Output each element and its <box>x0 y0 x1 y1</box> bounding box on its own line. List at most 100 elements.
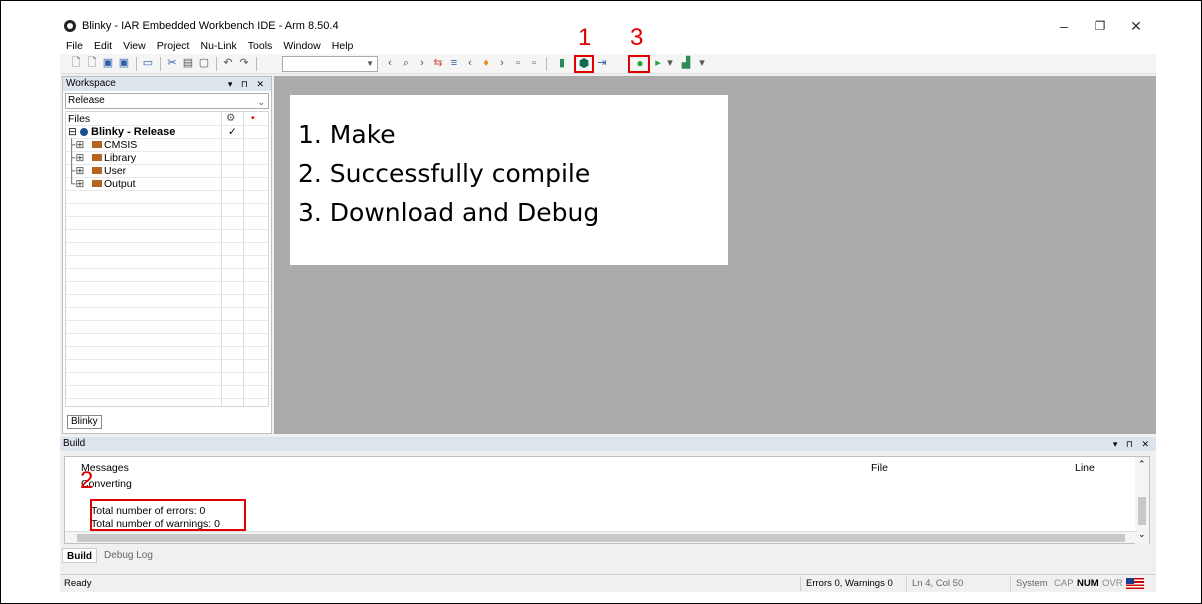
new-file-alt-icon[interactable]: 🗋 <box>86 57 98 70</box>
find-icon[interactable]: ⌕ <box>400 57 412 70</box>
line-column-header[interactable]: Line <box>1075 462 1095 474</box>
menu-edit[interactable]: Edit <box>90 38 116 54</box>
save-icon[interactable]: ▣ <box>102 57 114 70</box>
toggle-bookmark-icon[interactable]: ⇆ <box>432 57 444 70</box>
callout-step-make: 1. Make <box>298 120 396 149</box>
chevron-down-icon[interactable]: ▾ <box>696 57 708 70</box>
tree-item-user[interactable]: ├⊞ User <box>66 165 268 178</box>
check-icon: ✓ <box>228 126 237 138</box>
build-header: Build ▾ ⊓ ✕ <box>60 437 1156 451</box>
navigate-forward-icon[interactable]: › <box>416 57 428 70</box>
callout-step-compile: 2. Successfully compile <box>298 159 591 188</box>
folder-label: Output <box>104 178 136 190</box>
redo-icon[interactable]: ↷ <box>238 57 250 70</box>
toolbar-separator <box>136 57 137 71</box>
undo-icon[interactable]: ↶ <box>222 57 234 70</box>
status-bar: Ready Errors 0, Warnings 0 Ln 4, Col 50 … <box>60 574 1156 592</box>
empty-row <box>66 256 268 269</box>
horizontal-scrollbar[interactable] <box>65 531 1137 543</box>
tree-item-library[interactable]: ├⊞ Library <box>66 152 268 165</box>
debug-without-download-icon[interactable]: ▸ <box>652 57 664 70</box>
folder-label: Library <box>104 152 137 164</box>
previous-bookmark-icon[interactable]: ‹ <box>464 57 476 70</box>
compile-icon[interactable]: ▫ <box>512 57 524 70</box>
project-row[interactable]: ⊟ Blinky - Release ✓ <box>66 126 268 139</box>
configuration-select[interactable]: Release ⌄ <box>65 93 269 109</box>
language-flag-icon[interactable] <box>1126 578 1144 589</box>
cursor-position: Ln 4, Col 50 <box>912 578 964 589</box>
menu-project[interactable]: Project <box>153 38 194 54</box>
empty-row <box>66 243 268 256</box>
menu-nu-link[interactable]: Nu-Link <box>197 38 241 54</box>
menu-tools[interactable]: Tools <box>244 38 277 54</box>
bookmark-icon[interactable]: ♦ <box>480 57 492 70</box>
folder-label: CMSIS <box>104 139 138 151</box>
save-all-icon[interactable]: ▣ <box>118 57 130 70</box>
configuration-value: Release <box>68 95 105 106</box>
copy-icon[interactable]: ▤ <box>182 57 194 70</box>
menu-view[interactable]: View <box>119 38 150 54</box>
toolbar-separator <box>160 57 161 71</box>
minimize-button[interactable]: – <box>1046 16 1082 36</box>
cut-icon[interactable]: ✂ <box>166 57 178 70</box>
menu-help[interactable]: Help <box>328 38 358 54</box>
status-text: Ready <box>64 578 92 589</box>
empty-row <box>66 308 268 321</box>
tab-build[interactable]: Build <box>62 548 97 563</box>
new-file-icon[interactable]: 🗋 <box>70 57 82 70</box>
tree-item-cmsis[interactable]: ├⊞ CMSIS <box>66 139 268 152</box>
caps-lock-indicator: CAP <box>1054 578 1074 589</box>
vertical-scrollbar[interactable]: ⌃ ⌄ <box>1135 457 1149 545</box>
tab-debug-log[interactable]: Debug Log <box>100 548 157 563</box>
print-icon[interactable]: ▭ <box>142 57 154 70</box>
folder-icon <box>92 152 104 164</box>
toolbar: 🗋 🗋 ▣ ▣ ▭ ✂ ▤ ▢ ↶ ↷ ▼ ‹ ⌕ › ⇆ ≡ ‹ ♦ › ▫ … <box>60 54 1156 74</box>
project-name: Blinky - Release <box>91 126 176 138</box>
compile-file-icon[interactable]: ▮ <box>556 57 568 70</box>
find-combo[interactable]: ▼ <box>282 56 378 72</box>
stop-build-icon[interactable]: ⇥ <box>596 57 608 70</box>
tree-item-output[interactable]: └⊞ Output <box>66 178 268 191</box>
menu-file[interactable]: File <box>62 38 87 54</box>
workspace-pane-controls[interactable]: ▾ ⊓ ✕ <box>228 77 267 91</box>
folder-label: User <box>104 165 127 177</box>
scrollbar-thumb[interactable] <box>1138 497 1146 525</box>
chevron-down-icon[interactable]: ▾ <box>664 57 676 70</box>
collapse-icon[interactable]: ⊟ <box>68 126 77 138</box>
workspace-pane: Workspace ▾ ⊓ ✕ Release ⌄ Files ⚙ • ⊟ Bl… <box>62 76 272 434</box>
breakpoint-dot-icon: • <box>251 112 255 124</box>
expand-icon[interactable]: ├⊞ <box>68 165 84 177</box>
empty-row <box>66 360 268 373</box>
restore-button[interactable]: ❐ <box>1082 16 1118 36</box>
iar-app-icon <box>64 20 76 32</box>
marker-number-compile: 2 <box>80 467 94 494</box>
go-to-line-icon[interactable]: ≡ <box>448 57 460 70</box>
next-bookmark-icon[interactable]: › <box>496 57 508 70</box>
build-pane-controls[interactable]: ▾ ⊓ ✕ <box>1113 437 1152 451</box>
expand-icon[interactable]: ├⊞ <box>68 152 84 164</box>
navigate-back-icon[interactable]: ‹ <box>384 57 396 70</box>
gear-icon: ⚙ <box>226 112 236 124</box>
scrollbar-thumb[interactable] <box>77 534 1125 542</box>
workspace-header: Workspace ▾ ⊓ ✕ <box>63 77 271 91</box>
title-bar: Blinky - IAR Embedded Workbench IDE - Ar… <box>60 14 1156 38</box>
expand-icon[interactable]: └⊞ <box>68 178 84 190</box>
expand-icon[interactable]: ├⊞ <box>68 139 84 151</box>
ide-window: Blinky - IAR Embedded Workbench IDE - Ar… <box>60 14 1156 592</box>
close-button[interactable]: ✕ <box>1118 16 1154 36</box>
scroll-up-icon[interactable]: ⌃ <box>1138 459 1146 470</box>
tab-blinky[interactable]: Blinky <box>67 415 102 429</box>
file-column-header[interactable]: File <box>871 462 888 474</box>
compile-result-highlight-box <box>90 499 246 531</box>
menu-window[interactable]: Window <box>279 38 324 54</box>
paste-icon[interactable]: ▢ <box>198 57 210 70</box>
nu-link-icon[interactable]: ▟ <box>680 57 692 70</box>
check-icon[interactable]: ▫ <box>528 57 540 70</box>
status-separator <box>1010 577 1011 591</box>
empty-row <box>66 217 268 230</box>
status-separator <box>800 577 801 591</box>
toolbar-separator <box>216 57 217 71</box>
scroll-down-icon[interactable]: ⌄ <box>1138 529 1146 540</box>
num-lock-indicator: NUM <box>1077 578 1099 589</box>
build-title: Build <box>63 438 86 449</box>
